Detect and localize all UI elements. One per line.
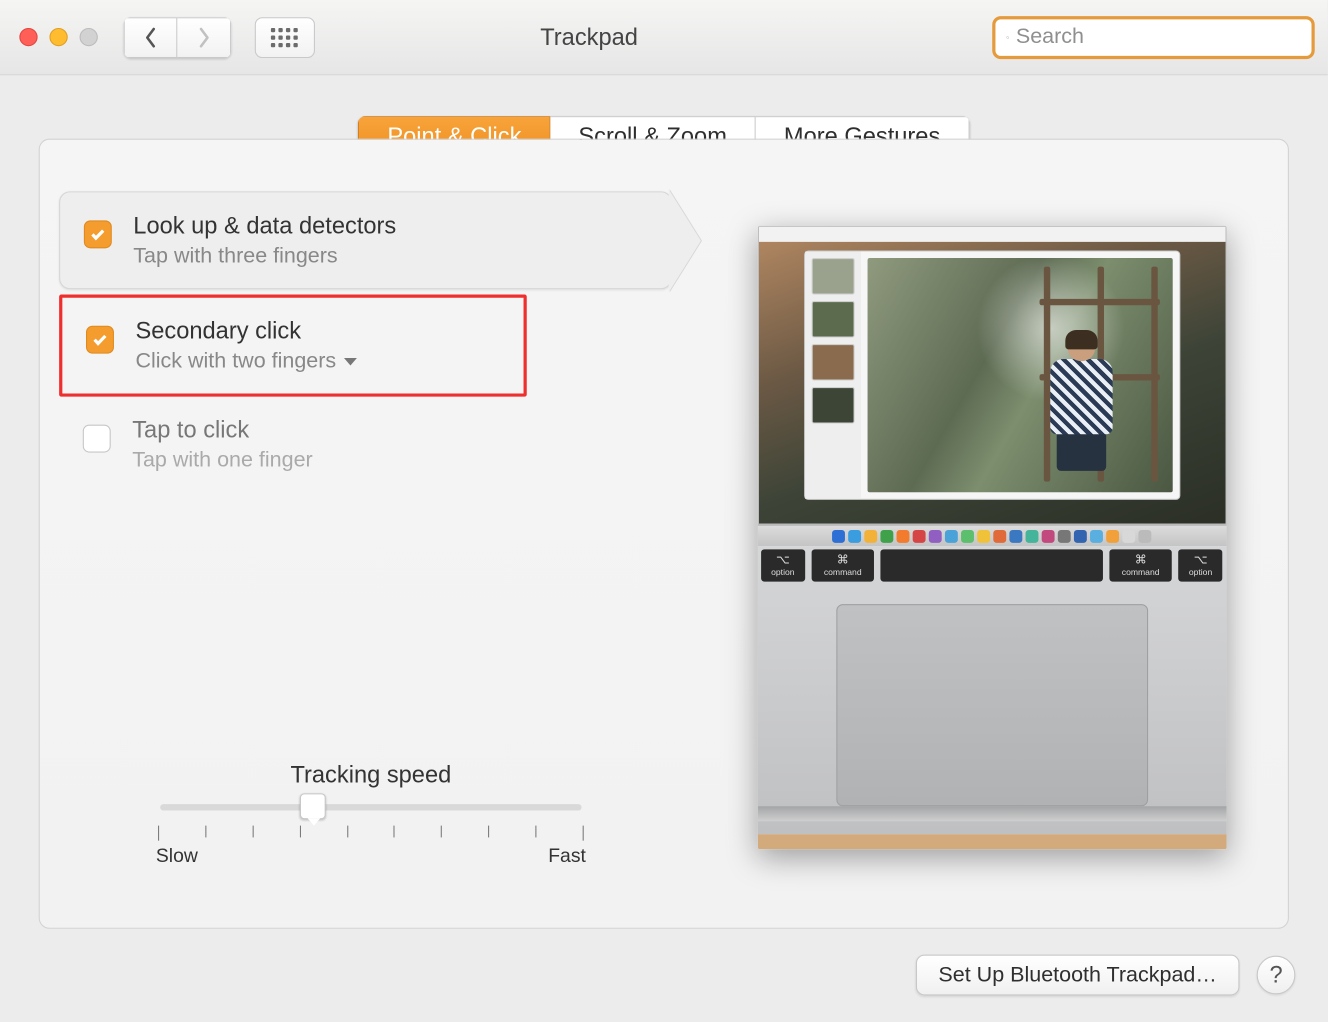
option-secondary-click[interactable]: Secondary click Click with two fingers [59,295,527,397]
dock-app-icon [945,529,958,542]
key-option-right: ⌥ option [1178,549,1223,581]
check-icon [91,331,108,348]
option-lookup[interactable]: Look up & data detectors Tap with three … [59,191,672,289]
check-icon [89,226,106,243]
dock-app-icon [1074,529,1087,542]
checkbox-secondary-click[interactable] [86,326,114,354]
dock-app-icon [1058,529,1071,542]
dock-app-icon [929,529,942,542]
slider-ticks [156,826,586,841]
dock-app-icon [848,529,861,542]
gesture-preview: ⌥ option ⌘ command ⌘ command [715,191,1269,908]
dock-app-icon [1090,529,1103,542]
key-space [880,549,1103,581]
option-lookup-subtitle: Tap with three fingers [133,244,396,269]
preview-photo [867,258,1172,492]
option-tap-title: Tap to click [132,416,312,444]
dock-app-icon [993,529,1006,542]
slider-thumb[interactable] [300,793,326,819]
tracking-speed-min: Slow [156,845,198,868]
window-title: Trackpad [186,23,992,51]
dock-app-icon [864,529,877,542]
help-button[interactable]: ? [1257,956,1296,995]
gesture-options: Look up & data detectors Tap with three … [59,191,672,492]
dock-app-icon [1026,529,1039,542]
minimize-window-button[interactable] [49,28,67,46]
window-controls [19,28,97,46]
search-icon [1006,27,1009,46]
tracking-speed-max: Fast [548,845,586,868]
option-lookup-title: Look up & data detectors [133,212,396,240]
preview-laptop: ⌥ option ⌘ command ⌘ command [757,226,1226,850]
preview-trackpad [836,604,1148,806]
dock-app-icon [897,529,910,542]
key-command-right: ⌘ command [1109,549,1171,581]
key-command-left: ⌘ command [812,549,874,581]
tracking-speed: Tracking speed Slow Fast [156,761,586,867]
dock-app-icon [977,529,990,542]
option-secondary-subtitle[interactable]: Click with two fingers [135,349,336,374]
dock-app-icon [832,529,845,542]
tracking-speed-slider[interactable] [160,804,581,810]
dock-app-icon [1106,529,1119,542]
option-secondary-title: Secondary click [135,317,357,345]
checkbox-tap-to-click[interactable] [83,425,111,453]
search-field[interactable] [992,16,1315,59]
close-window-button[interactable] [19,28,37,46]
dock-app-icon [1042,529,1055,542]
preferences-panel: Look up & data detectors Tap with three … [39,139,1289,929]
option-tap-subtitle: Tap with one finger [132,448,312,473]
tracking-speed-label: Tracking speed [156,761,586,789]
dock-app-icon [913,529,926,542]
dock-app-icon [961,529,974,542]
dock-app-icon [1122,529,1135,542]
person-icon [1041,333,1116,473]
back-button[interactable] [124,17,178,58]
key-option-left: ⌥ option [761,549,806,581]
preview-dock [757,525,1226,547]
zoom-window-button[interactable] [80,28,98,46]
checkbox-lookup[interactable] [84,220,112,248]
dock-app-icon [1138,529,1151,542]
dock-app-icon [880,529,893,542]
dock-app-icon [1009,529,1022,542]
option-tap-to-click[interactable]: Tap to click Tap with one finger [59,397,672,493]
titlebar: Trackpad [0,0,1328,75]
chevron-down-icon[interactable] [343,349,358,374]
setup-bluetooth-trackpad-button[interactable]: Set Up Bluetooth Trackpad… [916,955,1240,996]
preview-window [804,250,1180,499]
search-input[interactable] [1016,25,1301,50]
